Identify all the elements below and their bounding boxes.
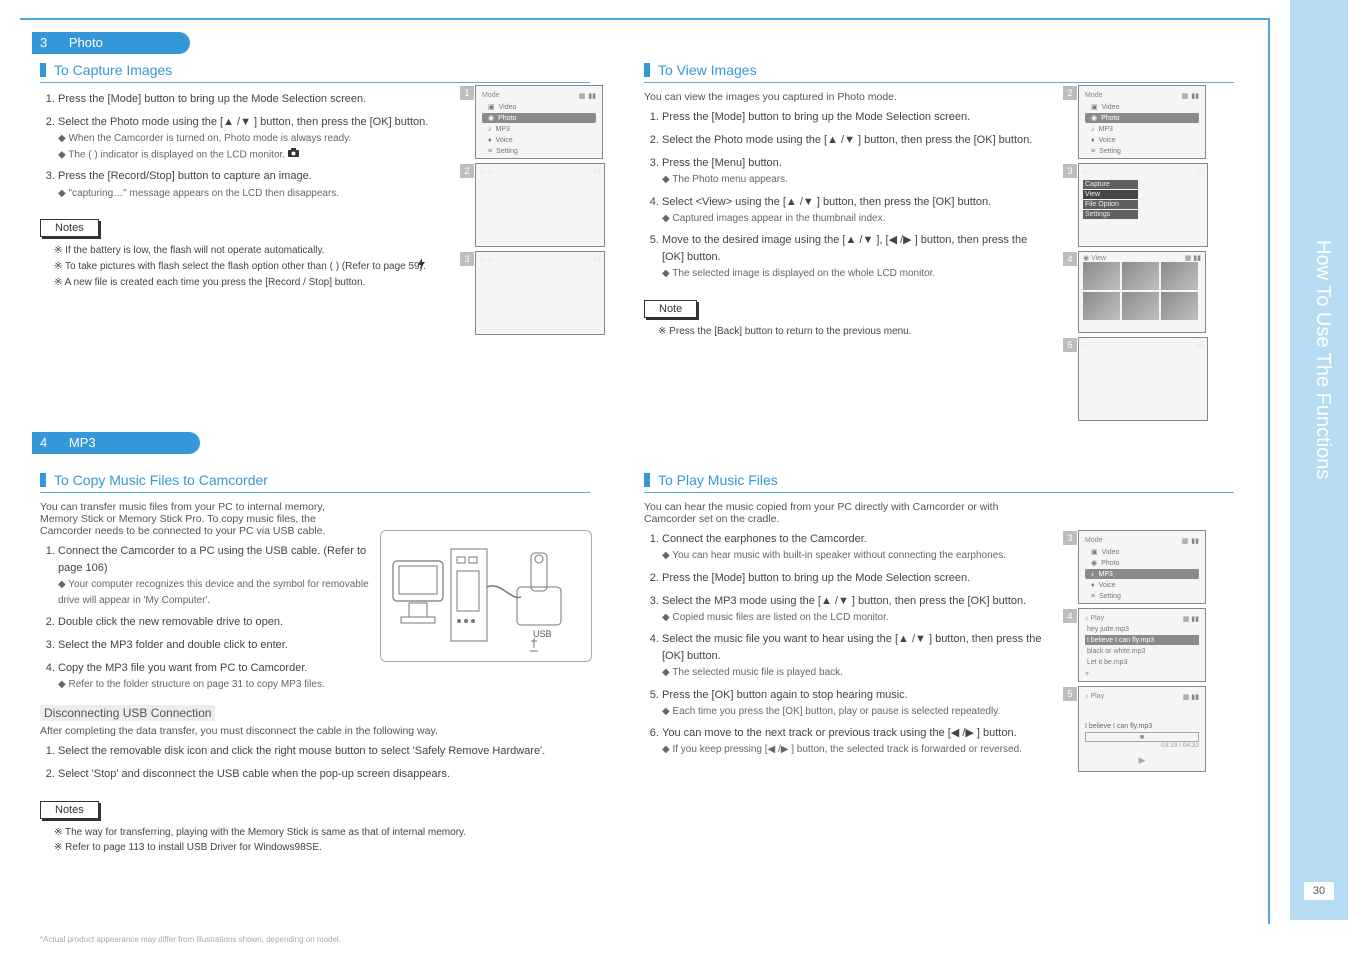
chapter-tab-photo: 3 Photo [32, 32, 190, 54]
step: You can move to the next track or previo… [662, 725, 1044, 758]
step: Connect the Camcorder to a PC using the … [58, 543, 378, 608]
pc-connection-illustration: USB [380, 530, 592, 662]
step: Press the [Mode] button to bring up the … [58, 91, 440, 108]
side-panel-label: How To Use The Functions [1311, 240, 1334, 479]
divider [40, 492, 590, 493]
screen-fullview: 5 ◉▮▮ [1078, 337, 1208, 421]
section-view: To View Images You can view the images y… [644, 62, 1044, 339]
side-panel: How To Use The Functions 30 [1290, 0, 1348, 920]
steps-list: Connect the earphones to the Camcorder. … [644, 531, 1044, 758]
screen-mode-menu-mp3: 3 Mode▦▮▮ ▣Video ◉Photo ♪MP3 ♦Voice ≡Set… [1078, 530, 1206, 604]
notes-heading: Notes [40, 219, 99, 237]
section-title: To Copy Music Files to Camcorder [40, 472, 590, 488]
step: Press the [Mode] button to bring up the … [662, 570, 1044, 587]
svg-text:USB: USB [533, 629, 552, 639]
play-icon: ▶ [1085, 755, 1199, 766]
screen-mode-menu: 2 Mode▦▮▮ ▣Video ◉Photo ♪MP3 ♦Voice ≡Set… [1078, 85, 1206, 159]
chapter-tab-mp3: 4 MP3 [32, 432, 200, 454]
steps-list: Press the [Mode] button to bring up the … [644, 109, 1044, 282]
step: Select the MP3 folder and double click t… [58, 637, 378, 654]
step: Move to the desired image using the [▲ /… [662, 232, 1044, 282]
sub-intro: After completing the data transfer, you … [40, 725, 590, 737]
view-screens: 2 Mode▦▮▮ ▣Video ◉Photo ♪MP3 ♦Voice ≡Set… [1078, 85, 1208, 425]
step: Select the MP3 mode using the [▲ /▼ ] bu… [662, 593, 1044, 626]
notes-list: Press the [Back] button to return to the… [644, 324, 1044, 339]
step: Connect the earphones to the Camcorder. … [662, 531, 1044, 564]
camera-icon: ◉ [488, 114, 494, 122]
screen-thumbnails: 4 ◉ View▦ ▮▮ [1078, 251, 1206, 333]
divider [644, 492, 1234, 493]
screen-capture-done: 3 ◉ ▣▮▮ [475, 251, 605, 335]
step: Press the [Menu] button. ◆ The Photo men… [662, 155, 1044, 188]
chevron-down-icon: ▾ [1085, 669, 1089, 678]
note: Refer to page 113 to install USB Driver … [54, 840, 590, 855]
chapter-num: 3 [40, 35, 47, 50]
step: Double click the new removable drive to … [58, 614, 378, 631]
step: Press the [OK] button again to stop hear… [662, 687, 1044, 720]
capture-screens: 1 Mode▦▮▮ ▣Video ◉Photo ♪MP3 ♦Voice ≡Set… [475, 85, 605, 339]
chapter-num: 4 [40, 435, 47, 450]
page-number: 30 [1304, 882, 1334, 900]
step: Select the Photo mode using the [▲ /▼ ] … [662, 132, 1044, 149]
footer-note: *Actual product appearance may differ fr… [40, 935, 341, 944]
chapter-title: MP3 [69, 435, 96, 450]
step: Select the music file you want to hear u… [662, 631, 1044, 681]
chapter-title: Photo [69, 35, 103, 50]
step: Press the [Record/Stop] button to captur… [58, 168, 440, 201]
notes-heading: Notes [40, 801, 99, 819]
divider [40, 82, 590, 83]
screen-mode-menu: 1 Mode▦▮▮ ▣Video ◉Photo ♪MP3 ♦Voice ≡Set… [475, 85, 603, 159]
step: Select 'Stop' and disconnect the USB cab… [58, 766, 578, 783]
divider [644, 82, 1234, 83]
step: Select the removable disk icon and click… [58, 743, 578, 760]
note: To take pictures with flash select the f… [54, 258, 440, 275]
intro: You can hear the music copied from your … [644, 501, 1044, 525]
intro: You can transfer music files from your P… [40, 501, 360, 537]
section-play: To Play Music Files You can hear the mus… [644, 472, 1044, 764]
camera-icon [288, 147, 299, 163]
notes-list: The way for transferring, playing with t… [40, 825, 590, 855]
intro: You can view the images you captured in … [644, 91, 1044, 103]
step: Select the Photo mode using the [▲ /▼ ] … [58, 114, 440, 162]
sub-heading: Disconnecting USB Connection [40, 705, 215, 721]
notes-list: If the battery is low, the flash will no… [40, 243, 440, 290]
section-capture: To Capture Images Press the [Mode] butto… [40, 62, 440, 290]
step: Press the [Mode] button to bring up the … [662, 109, 1044, 126]
note: The way for transferring, playing with t… [54, 825, 590, 840]
section-title: To Play Music Files [644, 472, 1044, 488]
step: Select <View> using the [▲ /▼ ] button, … [662, 194, 1044, 227]
note: A new file is created each time you pres… [54, 275, 440, 290]
screen-mp3-list: 4 ♪ Play▦ ▮▮ hey jude.mp3 I believe I ca… [1078, 608, 1206, 682]
steps-list: Connect the Camcorder to a PC using the … [40, 543, 378, 693]
disconnect-steps: Select the removable disk icon and click… [40, 743, 578, 783]
note: If the battery is low, the flash will no… [54, 243, 440, 258]
screen-mp3-play: 5 ♪ Play▦ ▮▮ I believe I can fly.mp3 ■ 0… [1078, 686, 1206, 772]
step: Copy the MP3 file you want from PC to Ca… [58, 660, 378, 693]
note: Press the [Back] button to return to the… [658, 324, 1044, 339]
mp3-screens: 3 Mode▦▮▮ ▣Video ◉Photo ♪MP3 ♦Voice ≡Set… [1078, 530, 1206, 776]
section-title: To Capture Images [40, 62, 440, 78]
section-title: To View Images [644, 62, 1044, 78]
screen-photo-menu: 3 ◉▮▮ Capture View File Option Settings [1078, 163, 1208, 247]
steps-list: Press the [Mode] button to bring up the … [40, 91, 440, 201]
screen-capture-preview: 2 ◉ ▣Capture ▮▮ [475, 163, 605, 247]
notes-heading: Note [644, 300, 697, 318]
